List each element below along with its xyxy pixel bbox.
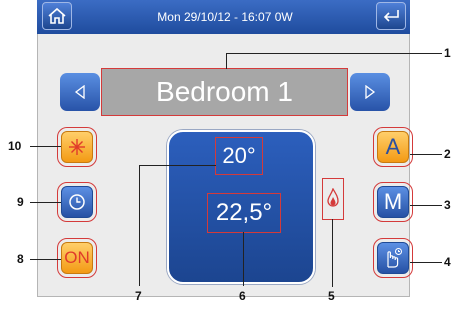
manual-mode-button[interactable]: M bbox=[373, 182, 413, 222]
return-arrow-icon bbox=[383, 10, 399, 22]
callout-line-7-drop bbox=[139, 165, 140, 286]
callout-line-2 bbox=[410, 154, 442, 155]
callout-number-9: 9 bbox=[17, 195, 24, 209]
flame-icon bbox=[327, 188, 339, 207]
auto-mode-button[interactable]: A bbox=[373, 127, 413, 167]
triangle-right-icon bbox=[365, 85, 376, 99]
home-icon bbox=[48, 7, 66, 24]
clock-icon bbox=[69, 194, 85, 210]
callout-number-1: 1 bbox=[444, 46, 451, 60]
callout-number-8: 8 bbox=[17, 252, 24, 266]
callout-number-2: 2 bbox=[444, 147, 451, 161]
season-mode-button[interactable] bbox=[57, 127, 97, 167]
callout-line-3 bbox=[410, 205, 442, 206]
home-button[interactable] bbox=[42, 2, 72, 30]
hand-timer-icon bbox=[387, 248, 402, 268]
callout-line-9 bbox=[30, 202, 61, 203]
setpoint-temperature[interactable]: 20° bbox=[215, 137, 263, 175]
callout-number-6: 6 bbox=[239, 289, 246, 303]
callout-number-10: 10 bbox=[8, 139, 22, 153]
callout-line-6 bbox=[243, 232, 244, 286]
date-time-status: Mon 29/10/12 - 16:07 0W bbox=[157, 10, 293, 24]
callout-number-3: 3 bbox=[444, 198, 451, 212]
callout-number-5: 5 bbox=[328, 289, 335, 303]
room-name: Bedroom 1 bbox=[101, 68, 348, 116]
callout-line-5 bbox=[332, 219, 333, 287]
callout-line-7 bbox=[139, 165, 216, 166]
auto-mode-label: A bbox=[385, 134, 401, 159]
callout-number-4: 4 bbox=[444, 255, 451, 269]
back-button[interactable] bbox=[376, 2, 406, 30]
snowflake-icon bbox=[69, 139, 85, 155]
callout-line-1-drop bbox=[226, 53, 227, 69]
heating-indicator bbox=[322, 178, 344, 220]
timer-button[interactable] bbox=[57, 182, 97, 222]
next-room-button[interactable] bbox=[350, 73, 390, 111]
triangle-left-icon bbox=[74, 85, 85, 99]
measured-temperature: 22,5° bbox=[207, 193, 281, 233]
previous-room-button[interactable] bbox=[60, 73, 100, 111]
callout-number-7: 7 bbox=[135, 289, 142, 303]
callout-line-1 bbox=[226, 53, 442, 54]
callout-line-10 bbox=[30, 146, 61, 147]
callout-line-4 bbox=[410, 262, 442, 263]
on-off-button[interactable]: ON bbox=[57, 238, 97, 278]
callout-line-8 bbox=[30, 259, 61, 260]
manual-override-button[interactable] bbox=[373, 238, 413, 278]
manual-mode-label: M bbox=[383, 189, 403, 214]
on-off-label: ON bbox=[64, 248, 90, 267]
